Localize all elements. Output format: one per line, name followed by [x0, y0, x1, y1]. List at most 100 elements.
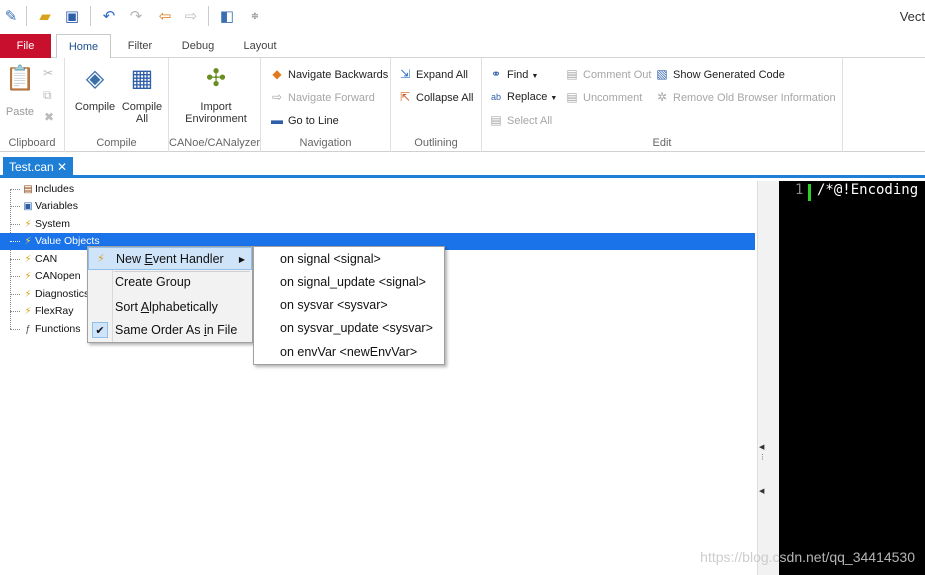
tree-item-functions[interactable]: ƒ Functions	[10, 321, 81, 338]
tree-item-flexray[interactable]: ⚡ FlexRay	[10, 303, 74, 320]
splitter-left-arrow-icon[interactable]: ◀	[759, 487, 764, 495]
functions-icon: ƒ	[25, 324, 31, 335]
generated-code-icon: ▧	[656, 67, 668, 81]
group-canoe: ✣ Import Environment CANoe/CANalyzer	[169, 58, 261, 152]
replace-button[interactable]: ab Replace ▼	[488, 87, 557, 107]
submenu-item-on-sysvar[interactable]: on sysvar <sysvar>	[254, 294, 444, 317]
comment-out-icon: ▤	[566, 67, 578, 81]
splitter-grip-icon[interactable]: ⋮	[759, 453, 766, 461]
dropdown-icon: ▼	[531, 73, 539, 80]
diagnostics-icon: ⚡	[24, 289, 32, 300]
menu-item-new-event-handler[interactable]: ⚡ New Event Handler ▶	[88, 247, 252, 270]
navigate-forward-button[interactable]: ⇨ Navigate Forward	[269, 87, 375, 107]
group-clipboard: 📋 Paste ✂ ⧉ ✖ Clipboard	[0, 58, 65, 152]
line-number: 1	[795, 182, 804, 198]
submenu-arrow-icon: ▶	[238, 255, 245, 264]
app-title: Vect	[899, 9, 925, 24]
quick-access-toolbar: ✎ ▰ ▣ ↶ ↷ ⇦ ⇨ ◧ ≑ Vect	[0, 0, 925, 34]
navigate-backwards-button[interactable]: ◆ Navigate Backwards	[269, 64, 388, 84]
variables-icon: ▣	[23, 201, 33, 212]
change-marker	[808, 184, 811, 201]
includes-icon: ▤	[23, 184, 33, 195]
select-all-icon: ▤	[490, 113, 502, 127]
uncomment-button[interactable]: ▤ Uncomment	[564, 87, 642, 107]
close-icon[interactable]: ✕	[57, 157, 67, 178]
can-icon: ⚡	[24, 254, 32, 265]
forward-arrow-icon: ⇨	[271, 90, 283, 104]
tree-item-can[interactable]: ⚡ CAN	[10, 251, 57, 268]
menu-item-sort-alphabetically[interactable]: Sort Alphabetically	[88, 296, 252, 319]
go-to-line-icon: ▬	[271, 113, 283, 127]
import-environment-button[interactable]: ✣ Import Environment	[179, 64, 253, 125]
undo-icon[interactable]: ↶	[100, 7, 118, 25]
document-tab-label: Test.can	[9, 160, 54, 174]
tree-item-system[interactable]: ⚡ System	[10, 216, 70, 233]
copy-icon[interactable]: ⧉	[43, 88, 52, 103]
paste-button[interactable]: 📋 Paste	[4, 64, 36, 118]
watermark: https://blog.csdn.net/qq_34414530	[700, 549, 915, 565]
code-line: /*@!Encoding	[817, 182, 919, 198]
tab-home[interactable]: Home	[56, 34, 111, 59]
uncomment-icon: ▤	[566, 90, 578, 104]
tree-item-variables[interactable]: ▣ Variables	[10, 198, 78, 215]
event-handler-icon: ⚡	[97, 253, 105, 265]
find-button[interactable]: ⚭ Find ▼	[488, 64, 538, 84]
system-icon: ⚡	[24, 219, 32, 230]
show-generated-code-button[interactable]: ▧ Show Generated Code	[654, 64, 785, 84]
back-arrow-icon: ◆	[272, 67, 282, 81]
menu-item-create-group[interactable]: Create Group	[88, 271, 252, 294]
tab-debug[interactable]: Debug	[176, 34, 220, 58]
collapse-all-button[interactable]: ⇱ Collapse All	[397, 87, 474, 107]
compile-button[interactable]: ◈ Compile	[73, 64, 117, 113]
redo-icon[interactable]: ↷	[127, 7, 145, 25]
compile-all-button[interactable]: ▦ Compile All	[120, 64, 164, 125]
group-label-edit: Edit	[652, 137, 672, 149]
menu-item-same-order-as-in-file[interactable]: ✔ Same Order As in File	[88, 319, 252, 342]
canopen-icon: ⚡	[24, 271, 32, 282]
flexray-icon: ⚡	[24, 306, 32, 317]
delete-icon[interactable]: ✖	[44, 110, 54, 124]
tree-item-includes[interactable]: ▤ Includes	[10, 181, 74, 198]
submenu-item-on-sysvar-update[interactable]: on sysvar_update <sysvar>	[254, 317, 444, 340]
code-editor[interactable]: 1 /*@!Encoding	[779, 181, 925, 575]
document-tab[interactable]: Test.can ✕	[3, 157, 73, 178]
separator	[26, 6, 27, 26]
customize-icon[interactable]: ≑	[246, 7, 264, 25]
tab-filter[interactable]: Filter	[122, 34, 158, 58]
save-icon[interactable]: ▣	[63, 7, 81, 25]
cut-icon[interactable]: ✂	[43, 66, 53, 80]
group-label-navigation: Navigation	[299, 137, 352, 149]
submenu-item-on-envvar[interactable]: on envVar <newEnvVar>	[254, 341, 444, 364]
group-label-outlining: Outlining	[414, 137, 458, 149]
collapse-icon: ⇱	[399, 90, 411, 104]
splitter-left-arrow-icon[interactable]: ◀	[759, 443, 764, 451]
group-navigation: ◆ Navigate Backwards ⇨ Navigate Forward ▬ G…	[261, 58, 391, 152]
ribbon-tabs: File Home Filter Debug Layout	[0, 34, 925, 59]
tree-item-canopen[interactable]: ⚡ CANopen	[10, 268, 81, 285]
expand-all-button[interactable]: ⇲ Expand All	[397, 64, 468, 84]
context-menu: ⚡ New Event Handler ▶ Create Group Sort …	[87, 246, 253, 343]
select-all-button[interactable]: ▤ Select All	[488, 110, 552, 130]
tree-item-diagnostics[interactable]: ⚡ Diagnostics	[10, 286, 89, 303]
expand-icon: ⇲	[399, 67, 411, 81]
back-icon[interactable]: ⇦	[156, 7, 174, 25]
window-icon[interactable]: ◧	[218, 7, 236, 25]
comment-out-button[interactable]: ▤ Comment Out	[564, 64, 651, 84]
remove-old-browser-info-button[interactable]: ✲ Remove Old Browser Information	[654, 87, 836, 107]
splitter[interactable]: ◀ ⋮ ◀	[757, 181, 779, 575]
submenu-item-on-signal[interactable]: on signal <signal>	[254, 248, 444, 271]
compile-icon: ◈	[85, 65, 105, 92]
go-to-line-button[interactable]: ▬ Go to Line	[269, 110, 339, 130]
replace-icon: ab	[490, 92, 501, 102]
open-folder-icon[interactable]: ▰	[36, 7, 54, 25]
binoculars-icon: ⚭	[490, 67, 502, 81]
forward-icon[interactable]: ⇨	[182, 7, 200, 25]
dropdown-icon: ▼	[550, 95, 558, 102]
submenu-item-on-signal-update[interactable]: on signal_update <signal>	[254, 271, 444, 294]
group-edit: ⚭ Find ▼ ab Replace ▼ ▤ Select All ▤ Comment…	[482, 58, 843, 152]
ribbon: 📋 Paste ✂ ⧉ ✖ Clipboard ◈ Compile ▦ Comp…	[0, 58, 925, 152]
new-file-icon[interactable]: ✎	[2, 7, 20, 25]
compile-all-icon: ▦	[130, 65, 154, 92]
tab-file[interactable]: File	[0, 34, 51, 58]
tab-layout[interactable]: Layout	[240, 34, 280, 58]
